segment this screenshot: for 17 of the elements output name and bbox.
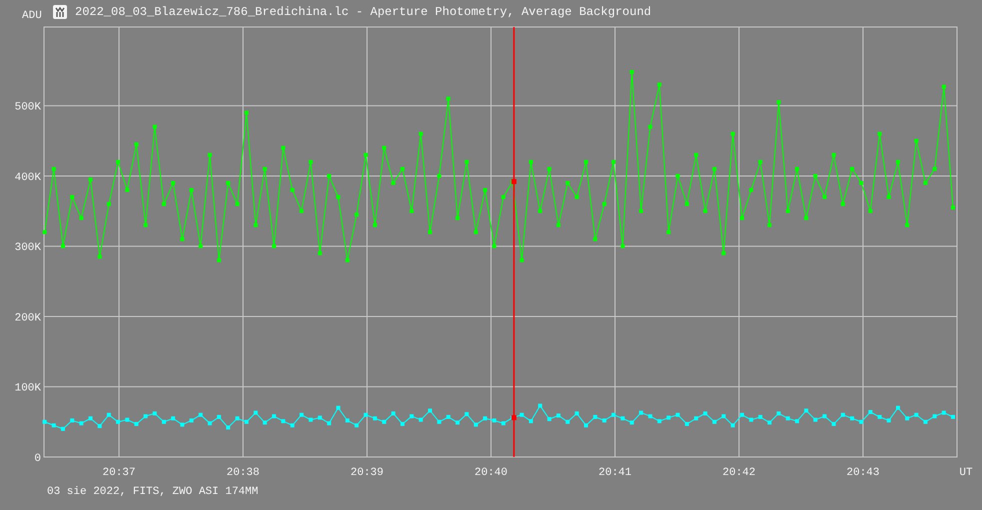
footer-info: 03 sie 2022, FITS, ZWO ASI 174MM [47,486,258,498]
x-tick-label: 20:42 [722,467,756,476]
y-tick-label: 100K [14,382,41,395]
x-tick-label: 20:41 [598,467,632,476]
y-tick-label: 200K [14,312,41,324]
x-tick-label: 20:38 [226,467,260,476]
window-title: 2022_08_03_Blazewicz_786_Bredichina.lc - Aperture Photometry, Average Background [75,5,652,19]
x-tick-label: 20:43 [846,467,880,476]
x-tick-label: 20:37 [102,467,136,476]
y-tick-label: 300K [14,242,41,254]
axis-label: ADU [22,10,42,22]
y-tick-label: 400K [14,172,41,184]
y-tick-label: 500K [14,102,41,114]
x-tick-label: 20:39 [350,467,384,476]
x-tick-label: 20:40 [474,467,508,476]
y-tick-label: 0 [34,453,41,465]
axis-label: UT [959,467,973,476]
